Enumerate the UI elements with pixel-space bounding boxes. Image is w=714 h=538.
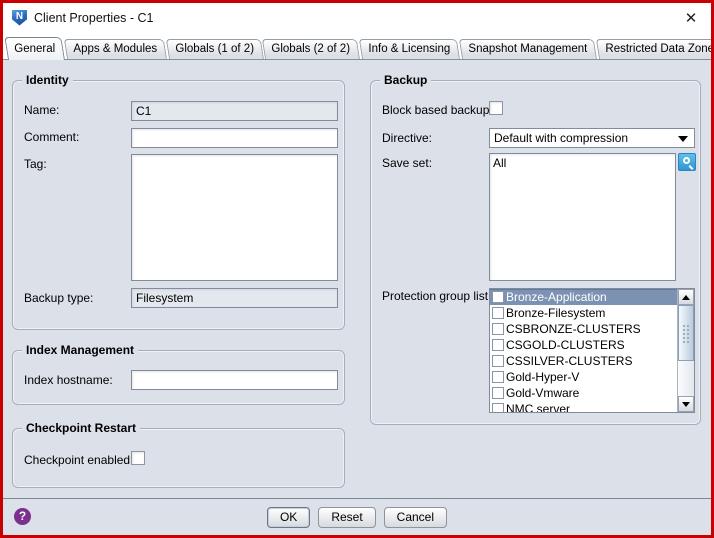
save-set-textarea[interactable]: All [489, 153, 676, 281]
save-set-label: Save set: [382, 156, 432, 170]
tab-globals-1[interactable]: Globals (1 of 2) [166, 39, 264, 59]
list-item[interactable]: Gold-Vmware [490, 385, 677, 401]
tab-label: Snapshot Management [468, 43, 587, 55]
arrow-down-icon [682, 402, 690, 407]
list-item[interactable]: NMC server [490, 401, 677, 413]
search-icon-handle [689, 165, 694, 170]
identity-group-title: Identity [22, 73, 73, 87]
block-based-backup-label: Block based backup: [382, 103, 493, 117]
item-label: CSGOLD-CLUSTERS [506, 338, 625, 352]
checkpoint-restart-group-title: Checkpoint Restart [22, 421, 140, 435]
item-label: CSBRONZE-CLUSTERS [506, 322, 641, 336]
tab-snapshot-management[interactable]: Snapshot Management [459, 39, 597, 59]
comment-field[interactable] [131, 128, 338, 148]
list-item[interactable]: CSGOLD-CLUSTERS [490, 337, 677, 353]
tab-strip: General Apps & Modules Globals (1 of 2) … [3, 32, 711, 60]
protection-group-items: Bronze-Application Bronze-Filesystem CSB… [490, 289, 677, 413]
tab-general[interactable]: General [4, 37, 65, 60]
item-checkbox[interactable] [492, 355, 504, 367]
list-scrollbar[interactable] [677, 289, 694, 412]
close-icon[interactable]: ✕ [680, 9, 702, 27]
tab-label: Globals (1 of 2) [175, 43, 254, 55]
item-checkbox[interactable] [492, 387, 504, 399]
name-label: Name: [24, 103, 59, 117]
item-label: Bronze-Application [506, 290, 607, 304]
title-bar: N Client Properties - C1 ✕ [3, 3, 711, 32]
tab-apps-modules[interactable]: Apps & Modules [64, 39, 167, 59]
window-title: Client Properties - C1 [34, 11, 154, 25]
tab-label: General [14, 43, 55, 55]
index-hostname-label: Index hostname: [24, 373, 113, 387]
item-label: Bronze-Filesystem [506, 306, 605, 320]
tab-restricted-data-zones[interactable]: Restricted Data Zones [596, 39, 714, 59]
search-icon [683, 157, 690, 164]
directive-label: Directive: [382, 131, 432, 145]
client-properties-dialog: N Client Properties - C1 ✕ General Apps … [0, 0, 714, 538]
item-checkbox[interactable] [492, 307, 504, 319]
tab-info-licensing[interactable]: Info & Licensing [359, 39, 460, 59]
list-item[interactable]: Bronze-Application [490, 289, 677, 305]
item-label: Gold-Vmware [506, 386, 579, 400]
item-checkbox[interactable] [492, 291, 504, 303]
protection-group-list-label: Protection group list: [382, 289, 491, 303]
item-label: Gold-Hyper-V [506, 370, 579, 384]
index-hostname-field[interactable] [131, 370, 338, 390]
tab-globals-2[interactable]: Globals (2 of 2) [262, 39, 360, 59]
tab-label: Apps & Modules [73, 43, 157, 55]
backup-type-field: Filesystem [131, 288, 338, 308]
tab-label: Globals (2 of 2) [272, 43, 351, 55]
backup-group-title: Backup [380, 73, 431, 87]
checkpoint-restart-group: Checkpoint Restart Checkpoint enabled: [12, 428, 345, 488]
tag-label: Tag: [24, 157, 47, 171]
scroll-down-button[interactable] [678, 396, 694, 412]
backup-group: Backup Block based backup: Directive: De… [370, 80, 701, 425]
name-field: C1 [131, 101, 338, 121]
arrow-up-icon [682, 295, 690, 300]
checkpoint-enabled-label: Checkpoint enabled: [24, 453, 133, 467]
item-checkbox[interactable] [492, 339, 504, 351]
tab-label: Info & Licensing [368, 43, 450, 55]
directive-select[interactable]: Default with compression [489, 128, 695, 148]
checkpoint-enabled-checkbox[interactable] [131, 451, 145, 465]
list-item[interactable]: CSBRONZE-CLUSTERS [490, 321, 677, 337]
tag-textarea[interactable] [131, 154, 338, 281]
general-tab-panel: Identity Name: C1 Comment: Tag: Backup t… [3, 60, 711, 498]
item-checkbox[interactable] [492, 403, 504, 413]
backup-type-label: Backup type: [24, 291, 93, 305]
protection-group-listbox: Bronze-Application Bronze-Filesystem CSB… [489, 288, 695, 413]
help-button[interactable]: ? [14, 508, 31, 525]
list-item[interactable]: Gold-Hyper-V [490, 369, 677, 385]
index-management-group: Index Management Index hostname: [12, 350, 345, 405]
networker-app-icon: N [12, 10, 27, 26]
item-label: CSSILVER-CLUSTERS [506, 354, 632, 368]
cancel-button[interactable]: Cancel [384, 507, 447, 528]
button-bar: ? OK Reset Cancel [3, 498, 711, 535]
list-item[interactable]: CSSILVER-CLUSTERS [490, 353, 677, 369]
list-item[interactable]: Bronze-Filesystem [490, 305, 677, 321]
index-management-group-title: Index Management [22, 343, 138, 357]
chevron-down-icon [678, 136, 688, 142]
ok-button[interactable]: OK [267, 507, 310, 528]
scrollbar-thumb[interactable] [678, 305, 694, 361]
reset-button[interactable]: Reset [318, 507, 375, 528]
item-checkbox[interactable] [492, 323, 504, 335]
comment-label: Comment: [24, 130, 79, 144]
block-based-backup-checkbox[interactable] [489, 101, 503, 115]
item-label: NMC server [506, 402, 570, 413]
scroll-up-button[interactable] [678, 289, 694, 305]
tab-label: Restricted Data Zones [605, 43, 714, 55]
directive-selected-value: Default with compression [494, 131, 628, 145]
item-checkbox[interactable] [492, 371, 504, 383]
save-set-search-button[interactable] [678, 153, 696, 171]
identity-group: Identity Name: C1 Comment: Tag: Backup t… [12, 80, 345, 330]
